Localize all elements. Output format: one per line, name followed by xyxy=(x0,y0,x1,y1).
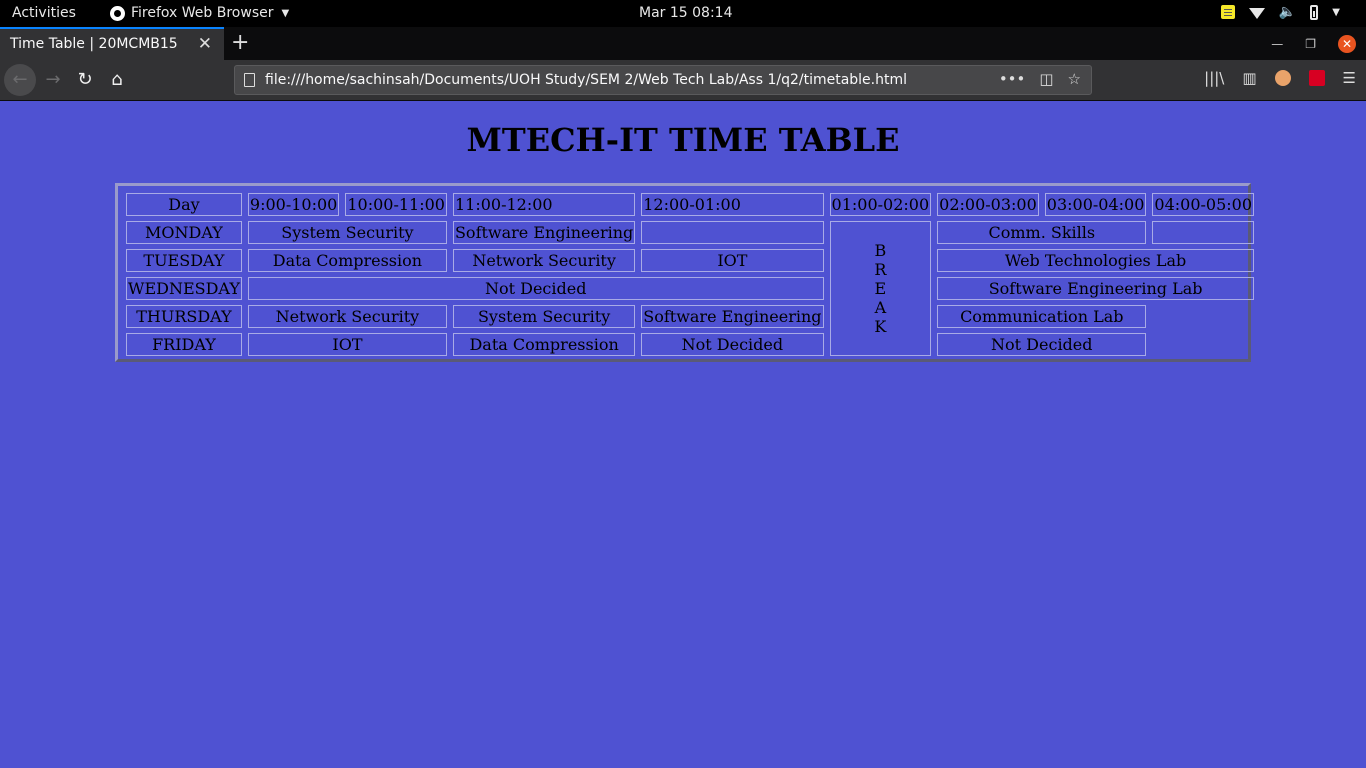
chevron-down-icon: ▼ xyxy=(1332,6,1340,18)
url-bar[interactable]: file:///home/sachinsah/Documents/UOH Stu… xyxy=(234,65,1092,95)
toolbar-right: |||\ ▥ ☰ xyxy=(1204,69,1356,87)
class-cell: Software Engineering Lab xyxy=(937,277,1255,300)
class-cell: Network Security xyxy=(247,305,447,328)
pocket-icon[interactable]: ◫ xyxy=(1039,70,1053,88)
class-cell xyxy=(1152,221,1255,244)
firefox-icon xyxy=(110,5,125,21)
forward-arrow-icon[interactable]: → xyxy=(41,68,65,92)
day-cell: TUESDAY xyxy=(126,249,242,272)
day-cell: THURSDAY xyxy=(126,305,242,328)
class-cell: Web Technologies Lab xyxy=(937,249,1255,272)
maximize-icon[interactable]: ❐ xyxy=(1305,37,1316,51)
app-menu[interactable]: Firefox Web Browser ▼ xyxy=(110,5,289,21)
table-header-row: Day 9:00-10:00 10:00-11:00 11:00-12:00 1… xyxy=(126,193,1255,216)
hamburger-menu-icon[interactable]: ☰ xyxy=(1343,69,1356,87)
header-cell: Day xyxy=(126,193,242,216)
class-cell xyxy=(641,221,824,244)
header-cell: 02:00-03:00 xyxy=(937,193,1039,216)
url-text[interactable]: file:///home/sachinsah/Documents/UOH Stu… xyxy=(265,72,907,88)
app-menu-label: Firefox Web Browser xyxy=(131,5,274,21)
class-cell: Communication Lab xyxy=(937,305,1147,328)
close-window-icon[interactable]: ✕ xyxy=(1338,34,1356,53)
day-cell: FRIDAY xyxy=(126,333,242,356)
break-letter: B xyxy=(874,241,887,260)
tab-title: Time Table | 20MCMB15 xyxy=(10,36,178,52)
tab-active[interactable]: Time Table | 20MCMB15 ✕ xyxy=(0,27,224,60)
table-row-monday: MONDAY System Security Software Engineer… xyxy=(126,221,1255,356)
class-cell: Not Decided xyxy=(247,277,824,300)
break-cell: B R E A K xyxy=(829,221,932,356)
class-cell: IOT xyxy=(247,333,447,356)
day-cell: WEDNESDAY xyxy=(126,277,242,300)
page-icon xyxy=(244,73,255,87)
url-actions: ••• ◫ ☆ xyxy=(999,70,1081,88)
tab-strip: Time Table | 20MCMB15 ✕ + — ❐ ✕ xyxy=(0,27,1366,60)
volume-icon: 🔈 xyxy=(1278,4,1297,20)
header-cell: 12:00-01:00 xyxy=(641,193,824,216)
timetable: Day 9:00-10:00 10:00-11:00 11:00-12:00 1… xyxy=(120,188,1260,361)
page-title: MTECH-IT TIME TABLE xyxy=(466,121,900,159)
more-actions-icon[interactable]: ••• xyxy=(999,70,1026,88)
class-cell: Data Compression xyxy=(247,249,447,272)
class-cell: Comm. Skills xyxy=(937,221,1147,244)
class-cell: System Security xyxy=(247,221,447,244)
wifi-icon xyxy=(1248,7,1265,19)
window-controls: — ❐ ✕ xyxy=(1271,27,1366,60)
break-letter: A xyxy=(874,298,887,317)
table-row-wednesday: WEDNESDAY Not Decided Software Engineeri… xyxy=(126,277,1255,300)
close-tab-icon[interactable]: ✕ xyxy=(198,34,212,54)
library-icon[interactable]: |||\ xyxy=(1204,69,1224,87)
header-cell: 04:00-05:00 xyxy=(1152,193,1255,216)
table-row-tuesday: TUESDAY Data Compression Network Securit… xyxy=(126,249,1255,272)
day-cell: MONDAY xyxy=(126,221,242,244)
class-cell: System Security xyxy=(452,305,636,328)
header-cell: 11:00-12:00 xyxy=(452,193,636,216)
sidebar-icon[interactable]: ▥ xyxy=(1242,69,1256,87)
chevron-down-icon: ▼ xyxy=(281,7,290,19)
new-tab-button[interactable]: + xyxy=(231,30,249,55)
class-cell: Data Compression xyxy=(452,333,636,356)
header-cell: 03:00-04:00 xyxy=(1044,193,1147,216)
activities-button[interactable]: Activities xyxy=(12,5,76,21)
class-cell: Network Security xyxy=(452,249,636,272)
bookmark-star-icon[interactable]: ☆ xyxy=(1068,70,1081,88)
table-row-friday: FRIDAY IOT Data Compression Not Decided … xyxy=(126,333,1254,356)
break-letter: E xyxy=(874,279,887,298)
battery-icon xyxy=(1310,4,1319,20)
table-row-thursday: THURSDAY Network Security System Securit… xyxy=(126,305,1254,328)
timetable-frame: Day 9:00-10:00 10:00-11:00 11:00-12:00 1… xyxy=(115,183,1255,362)
account-avatar-icon[interactable] xyxy=(1274,70,1291,86)
navigation-toolbar: ← → ↻ ⌂ file:///home/sachinsah/Documents… xyxy=(0,60,1366,101)
reload-icon[interactable]: ↻ xyxy=(73,68,97,92)
class-cell: Not Decided xyxy=(641,333,824,356)
class-cell: Not Decided xyxy=(937,333,1147,356)
web-page: MTECH-IT TIME TABLE Day 9:00-10:00 10:00… xyxy=(0,101,1366,768)
class-cell: IOT xyxy=(641,249,824,272)
header-cell: 10:00-11:00 xyxy=(345,193,447,216)
minimize-icon[interactable]: — xyxy=(1271,37,1283,51)
break-letter: K xyxy=(874,317,887,336)
back-arrow-icon[interactable]: ← xyxy=(8,68,32,92)
system-tray[interactable]: 🔈 ▼ xyxy=(1220,4,1340,20)
extension-icon[interactable] xyxy=(1308,70,1325,86)
class-cell: Software Engineering xyxy=(452,221,636,244)
header-cell: 01:00-02:00 xyxy=(829,193,932,216)
system-top-bar: Activities Firefox Web Browser ▼ Mar 15 … xyxy=(0,0,1366,27)
class-cell: Software Engineering xyxy=(641,305,824,328)
home-icon[interactable]: ⌂ xyxy=(105,68,129,92)
clock[interactable]: Mar 15 08:14 xyxy=(639,5,732,21)
header-cell: 9:00-10:00 xyxy=(247,193,340,216)
notes-icon[interactable] xyxy=(1220,5,1235,19)
break-letter: R xyxy=(874,260,887,279)
